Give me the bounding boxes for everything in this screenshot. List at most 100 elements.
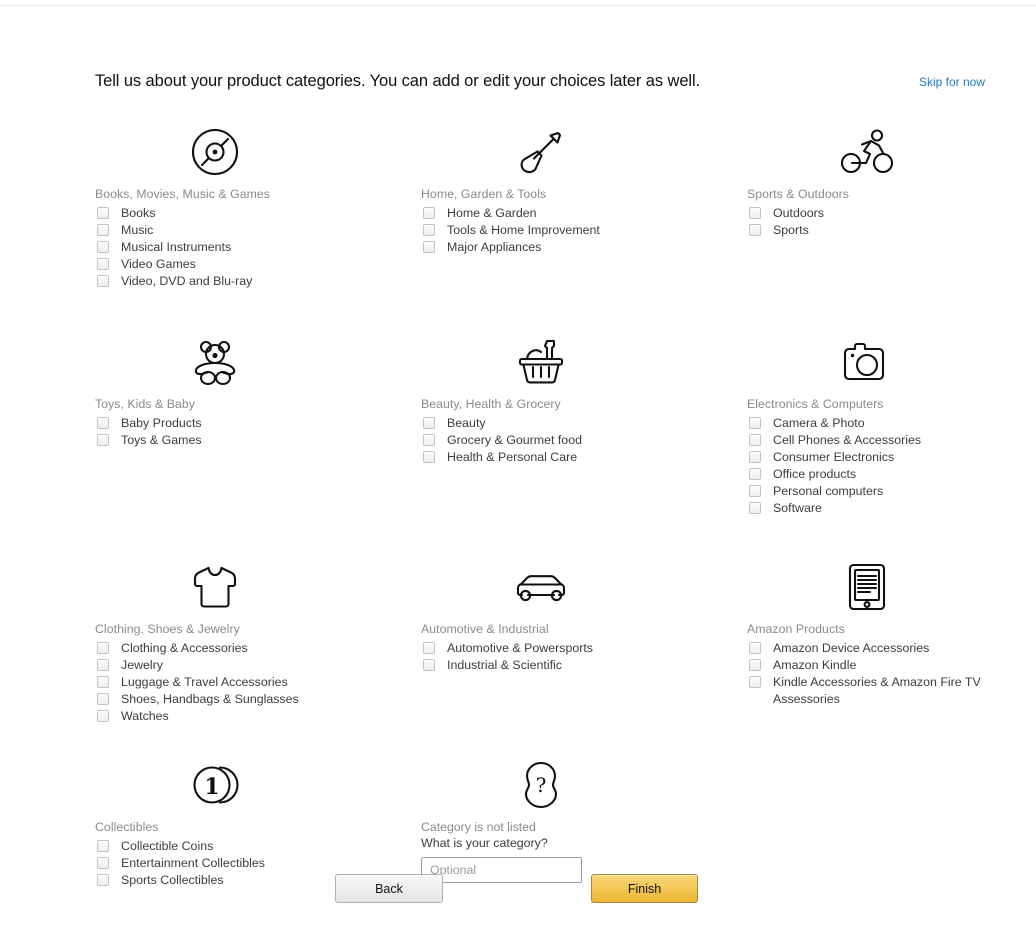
skip-for-now-link[interactable]: Skip for now — [919, 75, 985, 89]
subcategory-item[interactable]: Music — [95, 222, 421, 239]
checkbox[interactable] — [423, 451, 435, 463]
subcategory-item[interactable]: Clothing & Accessories — [95, 640, 421, 657]
checkbox[interactable] — [97, 434, 109, 446]
checkbox[interactable] — [749, 642, 761, 654]
checkbox[interactable] — [97, 857, 109, 869]
subcategory-list: Baby Products Toys & Games — [95, 415, 421, 449]
back-button[interactable]: Back — [335, 874, 443, 903]
subcategory-item[interactable]: Beauty — [421, 415, 747, 432]
checkbox[interactable] — [97, 241, 109, 253]
subcategory-item[interactable]: Automotive & Powersports — [421, 640, 747, 657]
subcategory-label: Luggage & Travel Accessories — [121, 675, 288, 689]
subcategory-label: Tools & Home Improvement — [447, 223, 600, 237]
checkbox[interactable] — [749, 224, 761, 236]
subcategory-label: Sports — [773, 223, 809, 237]
group-title: Automotive & Industrial — [421, 622, 549, 636]
category-row: Toys, Kids & Baby Baby Products Toys & G… — [95, 328, 995, 517]
subcategory-item[interactable]: Industrial & Scientific — [421, 657, 747, 674]
subcategory-item[interactable]: Amazon Kindle — [747, 657, 995, 674]
category-group-toys-kids-baby: Toys, Kids & Baby Baby Products Toys & G… — [95, 328, 421, 517]
checkbox[interactable] — [97, 417, 109, 429]
shopping-basket-icon — [421, 328, 661, 396]
tshirt-icon — [95, 553, 335, 621]
subcategory-item[interactable]: Personal computers — [747, 483, 995, 500]
svg-text:?: ? — [536, 773, 547, 797]
checkbox[interactable] — [97, 676, 109, 688]
subcategory-item[interactable]: Video Games — [95, 256, 421, 273]
subcategory-item[interactable]: Cell Phones & Accessories — [747, 432, 995, 449]
checkbox[interactable] — [97, 258, 109, 270]
checkbox[interactable] — [423, 207, 435, 219]
teddy-bear-icon — [95, 328, 335, 396]
subcategory-item[interactable]: Tools & Home Improvement — [421, 222, 747, 239]
subcategory-item[interactable]: Kindle Accessories & Amazon Fire TV Asse… — [747, 674, 995, 708]
checkbox[interactable] — [97, 693, 109, 705]
checkbox[interactable] — [97, 659, 109, 671]
checkbox[interactable] — [97, 275, 109, 287]
checkbox[interactable] — [749, 434, 761, 446]
category-grid: Books, Movies, Music & Games Books Music… — [95, 118, 995, 889]
checkbox[interactable] — [423, 434, 435, 446]
finish-button[interactable]: Finish — [591, 874, 698, 903]
vinyl-record-icon — [95, 118, 335, 186]
checkbox[interactable] — [749, 468, 761, 480]
subcategory-item[interactable]: Luggage & Travel Accessories — [95, 674, 421, 691]
checkbox[interactable] — [97, 840, 109, 852]
subcategory-item[interactable]: Software — [747, 500, 995, 517]
subcategory-item[interactable]: Entertainment Collectibles — [95, 855, 421, 872]
subcategory-label: Health & Personal Care — [447, 450, 578, 464]
subcategory-item[interactable]: Toys & Games — [95, 432, 421, 449]
subcategory-item[interactable]: Outdoors — [747, 205, 995, 222]
subcategory-label: Amazon Device Accessories — [773, 641, 930, 655]
subcategory-label: Watches — [121, 709, 169, 723]
checkbox[interactable] — [97, 710, 109, 722]
checkbox[interactable] — [97, 642, 109, 654]
subcategory-item[interactable]: Shoes, Handbags & Sunglasses — [95, 691, 421, 708]
subcategory-label: Toys & Games — [121, 433, 202, 447]
subcategory-item[interactable]: Books — [95, 205, 421, 222]
subcategory-item[interactable]: Amazon Device Accessories — [747, 640, 995, 657]
subcategory-list: Amazon Device Accessories Amazon Kindle … — [747, 640, 995, 708]
subcategory-item[interactable]: Camera & Photo — [747, 415, 995, 432]
subcategory-item[interactable]: Video, DVD and Blu-ray — [95, 273, 421, 290]
subcategory-label: Industrial & Scientific — [447, 658, 563, 672]
checkbox[interactable] — [749, 451, 761, 463]
subcategory-item[interactable]: Jewelry — [95, 657, 421, 674]
subcategory-item[interactable]: Office products — [747, 466, 995, 483]
subcategory-item[interactable]: Collectible Coins — [95, 838, 421, 855]
subcategory-item[interactable]: Musical Instruments — [95, 239, 421, 256]
subcategory-item[interactable]: Health & Personal Care — [421, 449, 747, 466]
subcategory-item[interactable]: Sports — [747, 222, 995, 239]
checkbox[interactable] — [749, 676, 761, 688]
checkbox[interactable] — [749, 485, 761, 497]
camera-icon — [747, 328, 987, 396]
checkbox[interactable] — [749, 417, 761, 429]
checkbox[interactable] — [423, 241, 435, 253]
subcategory-item[interactable]: Watches — [95, 708, 421, 725]
checkbox[interactable] — [97, 224, 109, 236]
subcategory-label: Kindle Accessories & Amazon Fire TV Asse… — [773, 675, 981, 706]
subcategory-label: Software — [773, 501, 822, 515]
page-title: Tell us about your product categories. Y… — [95, 72, 701, 90]
subcategory-item[interactable]: Consumer Electronics — [747, 449, 995, 466]
subcategory-item[interactable]: Grocery & Gourmet food — [421, 432, 747, 449]
subcategory-item[interactable]: Home & Garden — [421, 205, 747, 222]
subcategory-label: Amazon Kindle — [773, 658, 857, 672]
checkbox[interactable] — [423, 224, 435, 236]
subcategory-label: Consumer Electronics — [773, 450, 895, 464]
checkbox[interactable] — [423, 659, 435, 671]
checkbox[interactable] — [749, 659, 761, 671]
subcategory-list: Camera & Photo Cell Phones & Accessories… — [747, 415, 995, 517]
category-group-amazon-products: Amazon Products Amazon Device Accessorie… — [747, 553, 995, 725]
checkbox[interactable] — [423, 417, 435, 429]
group-title: Electronics & Computers — [747, 397, 884, 411]
subcategory-list: Clothing & Accessories Jewelry Luggage &… — [95, 640, 421, 725]
subcategory-label: Music — [121, 223, 154, 237]
subcategory-item[interactable]: Major Appliances — [421, 239, 747, 256]
subcategory-item[interactable]: Baby Products — [95, 415, 421, 432]
checkbox[interactable] — [97, 207, 109, 219]
checkbox[interactable] — [423, 642, 435, 654]
checkbox[interactable] — [749, 207, 761, 219]
checkbox[interactable] — [749, 502, 761, 514]
coins-icon: 1 — [95, 751, 335, 819]
